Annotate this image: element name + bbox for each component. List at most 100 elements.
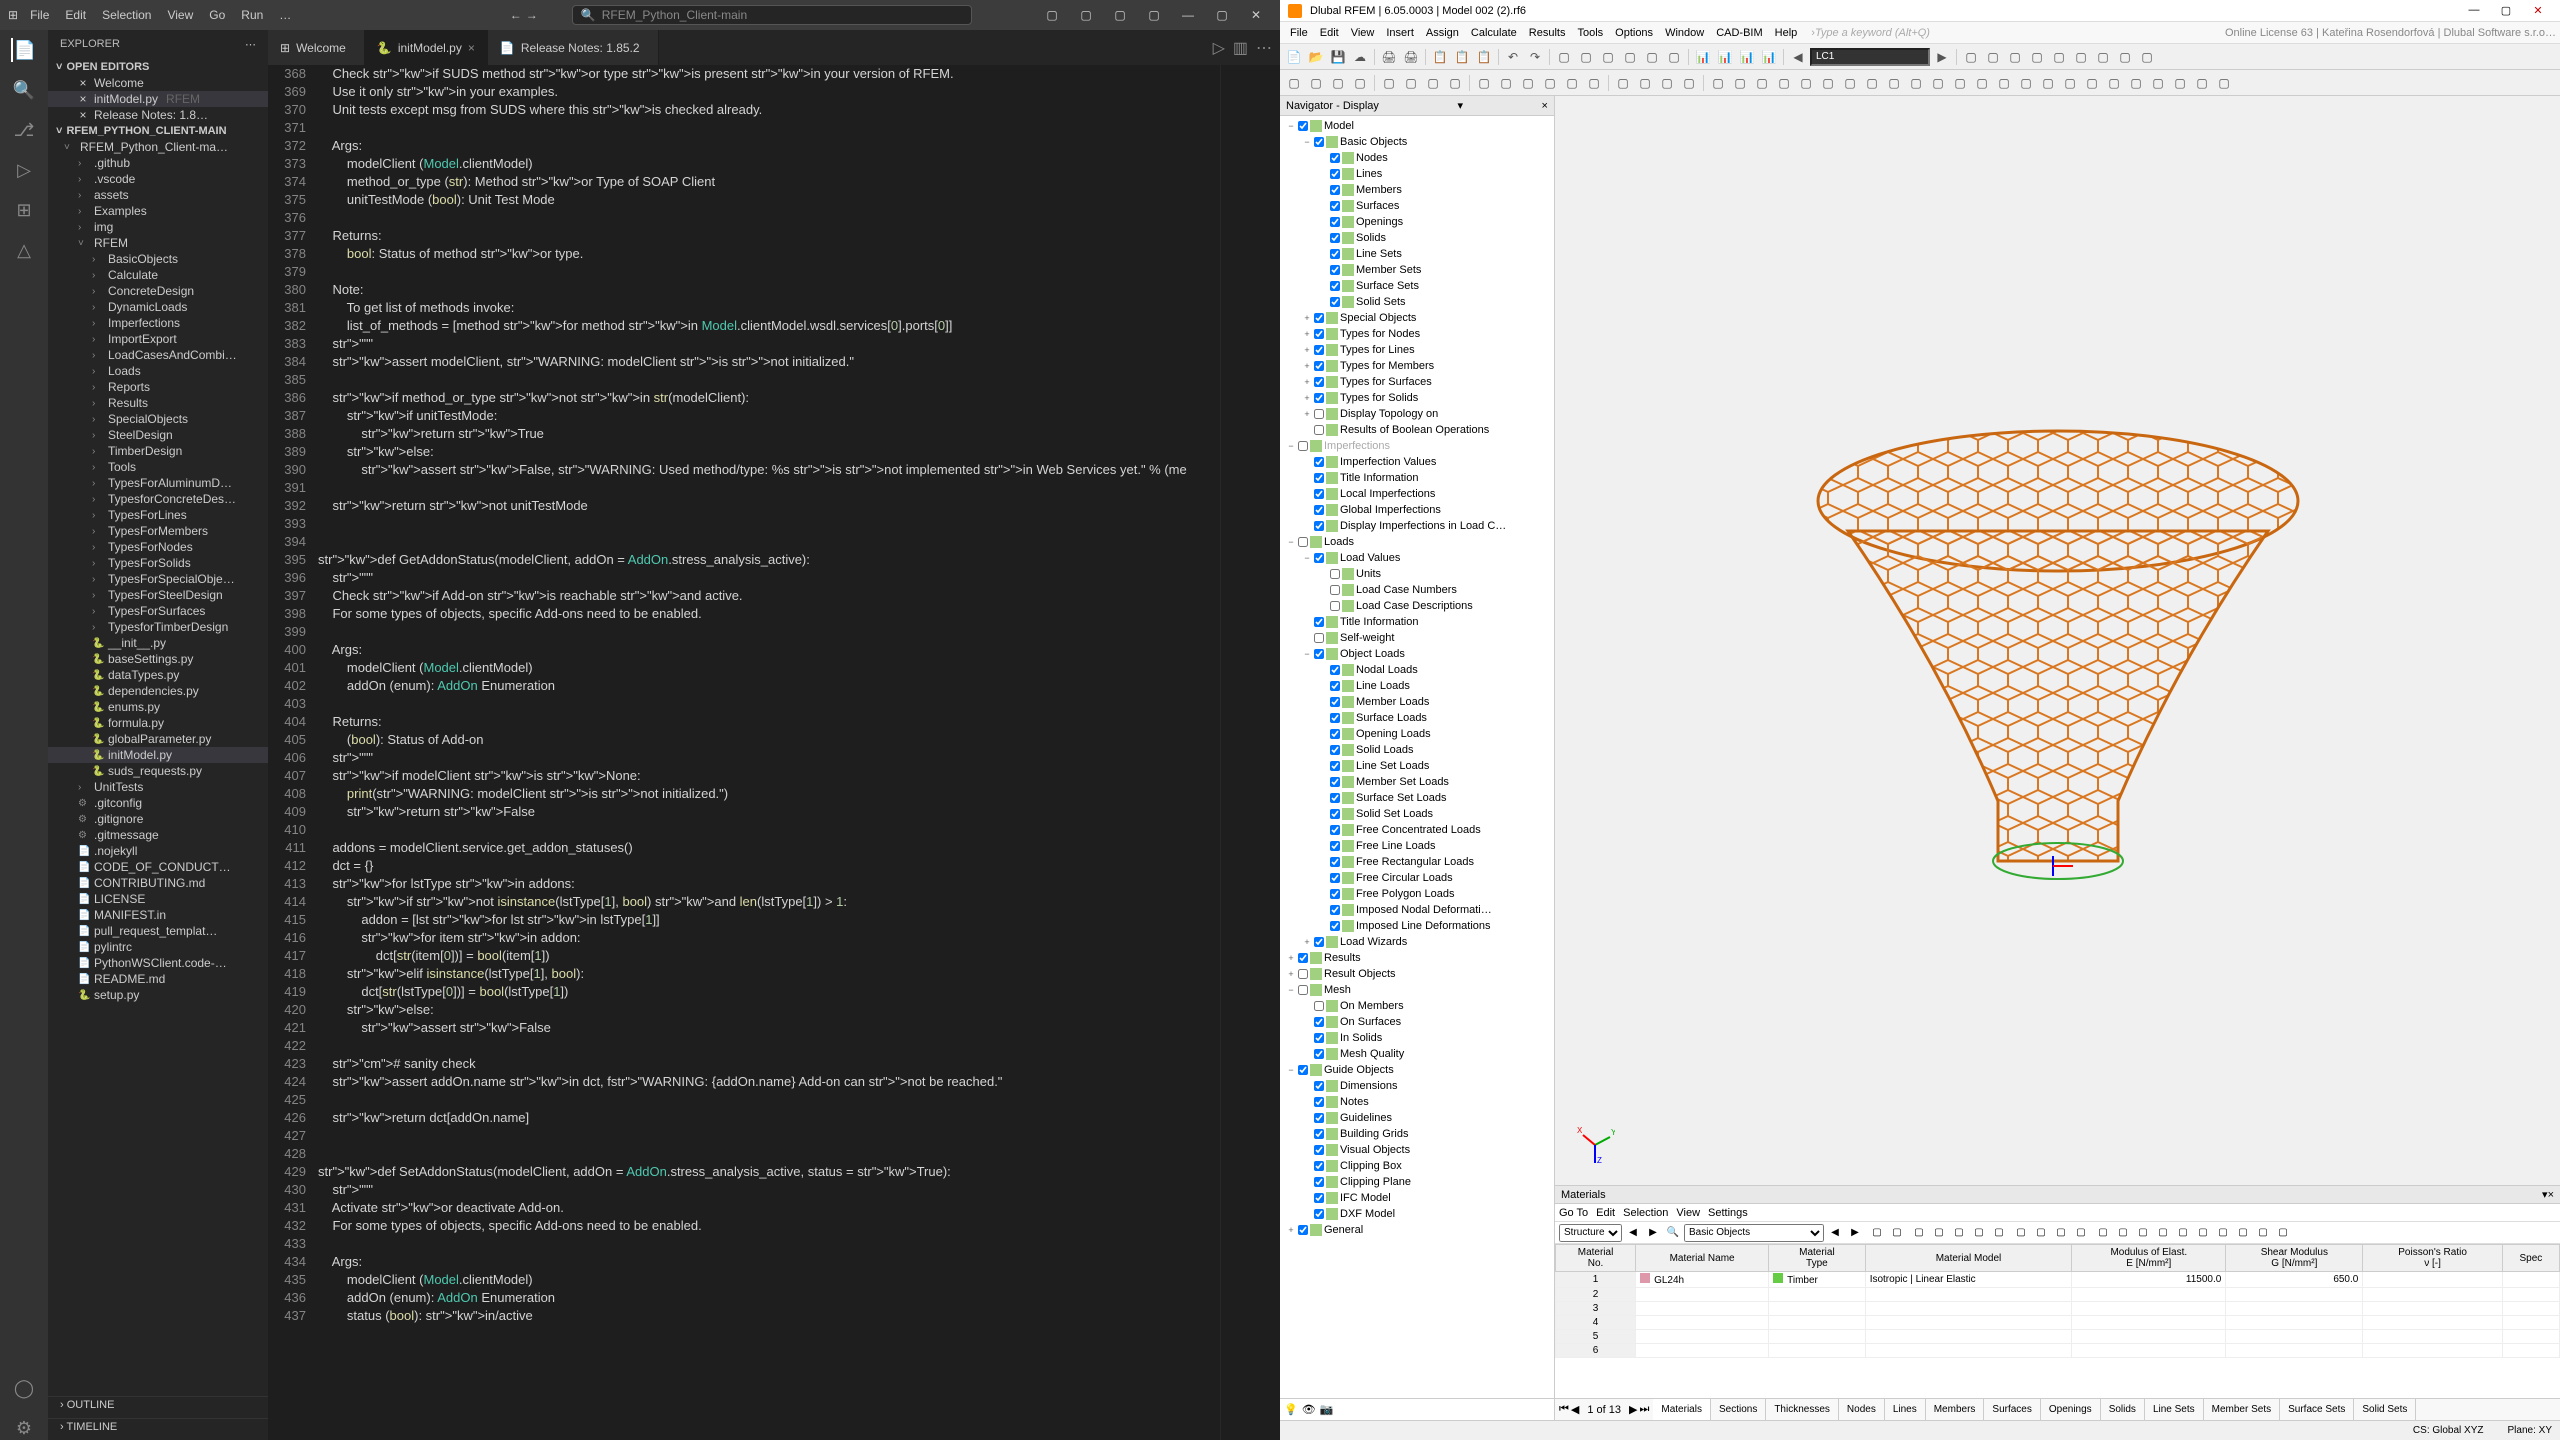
table-row[interactable]: 2 bbox=[1556, 1288, 2560, 1302]
tool-icon[interactable]: ▢ bbox=[1401, 73, 1421, 93]
table-tab[interactable]: Sections bbox=[1711, 1399, 1766, 1420]
tool-icon[interactable]: ▢ bbox=[2234, 1224, 2252, 1242]
nav-checkbox[interactable] bbox=[1330, 889, 1340, 899]
nav-checkbox[interactable] bbox=[1314, 345, 1324, 355]
nav-tree-item[interactable]: +Display Topology on bbox=[1282, 406, 1552, 422]
nav-checkbox[interactable] bbox=[1330, 841, 1340, 851]
nav-tree-item[interactable]: Line Sets bbox=[1282, 246, 1552, 262]
table-header[interactable]: Poisson's Ratioν [-] bbox=[2363, 1245, 2502, 1272]
nav-tree-item[interactable]: Units bbox=[1282, 566, 1552, 582]
editor-tab[interactable]: 📄Release Notes: 1.85.2 bbox=[488, 30, 659, 65]
layout-icon[interactable]: ▢ bbox=[1104, 4, 1136, 26]
calc-icon[interactable]: 📊 bbox=[1715, 47, 1735, 67]
file-tree-item[interactable]: 🐍__init__.py bbox=[48, 635, 268, 651]
table-tab[interactable]: Member Sets bbox=[2204, 1399, 2280, 1420]
nav-tree-item[interactable]: Solid Sets bbox=[1282, 294, 1552, 310]
nav-tree-item[interactable]: Clipping Plane bbox=[1282, 1174, 1552, 1190]
file-tree-item[interactable]: 🐍initModel.py bbox=[48, 747, 268, 763]
tool-icon[interactable]: ▢ bbox=[1950, 1224, 1968, 1242]
view-icon[interactable]: ▢ bbox=[1642, 47, 1662, 67]
tool-icon[interactable]: ▢ bbox=[2214, 1224, 2232, 1242]
nav-prev-icon[interactable]: ◀ bbox=[1826, 1224, 1844, 1242]
calc-icon[interactable]: 📊 bbox=[1693, 47, 1713, 67]
maximize-icon[interactable]: ▢ bbox=[2492, 4, 2520, 17]
table-header[interactable]: Modulus of Elast.E [N/mm²] bbox=[2072, 1245, 2226, 1272]
nav-checkbox[interactable] bbox=[1330, 185, 1340, 195]
tool-icon[interactable]: ▢ bbox=[2104, 73, 2124, 93]
tool-icon[interactable]: ▢ bbox=[1862, 73, 1882, 93]
nav-checkbox[interactable] bbox=[1314, 137, 1324, 147]
table-tab[interactable]: Solids bbox=[2101, 1399, 2145, 1420]
nav-tree-item[interactable]: Title Information bbox=[1282, 614, 1552, 630]
tool-icon[interactable]: ▢ bbox=[2082, 73, 2102, 93]
nav-tree-item[interactable]: +Types for Lines bbox=[1282, 342, 1552, 358]
nav-tree-item[interactable]: −Basic Objects bbox=[1282, 134, 1552, 150]
menu-file[interactable]: File bbox=[1284, 25, 1314, 41]
timeline-section[interactable]: › TIMELINE bbox=[48, 1418, 268, 1440]
nav-tree-item[interactable]: Clipping Box bbox=[1282, 1158, 1552, 1174]
nav-checkbox[interactable] bbox=[1298, 953, 1308, 963]
nav-tree-item[interactable]: Imposed Nodal Deformati… bbox=[1282, 902, 1552, 918]
tool-icon[interactable]: ▢ bbox=[1423, 73, 1443, 93]
file-tree-item[interactable]: 🐍formula.py bbox=[48, 715, 268, 731]
nav-checkbox[interactable] bbox=[1314, 425, 1324, 435]
filter-icon[interactable]: 🔍 bbox=[1664, 1224, 1682, 1242]
tool-icon[interactable]: ▢ bbox=[2174, 1224, 2192, 1242]
tool-icon[interactable]: ▢ bbox=[2032, 1224, 2050, 1242]
file-tree-item[interactable]: ›TypesForSurfaces bbox=[48, 603, 268, 619]
nav-prev-icon[interactable]: ◀ bbox=[1624, 1224, 1642, 1242]
file-tree-item[interactable]: ›TypesForAluminumD… bbox=[48, 475, 268, 491]
nav-tree-item[interactable]: Dimensions bbox=[1282, 1078, 1552, 1094]
nav-tree-item[interactable]: −Load Values bbox=[1282, 550, 1552, 566]
file-tree-item[interactable]: ›SteelDesign bbox=[48, 427, 268, 443]
nav-checkbox[interactable] bbox=[1314, 1209, 1324, 1219]
tool-icon[interactable]: ▢ bbox=[1970, 1224, 1988, 1242]
table-header[interactable]: Spec bbox=[2502, 1245, 2559, 1272]
close-icon[interactable]: ✕ bbox=[2524, 4, 2552, 17]
nav-back-icon[interactable]: ← bbox=[510, 8, 522, 22]
tool-icon[interactable]: ▢ bbox=[1928, 73, 1948, 93]
nav-checkbox[interactable] bbox=[1314, 1049, 1324, 1059]
nav-tree-item[interactable]: +Types for Nodes bbox=[1282, 326, 1552, 342]
table-header[interactable]: Material Model bbox=[1865, 1245, 2072, 1272]
nav-checkbox[interactable] bbox=[1314, 1001, 1324, 1011]
file-tree-item[interactable]: ›Reports bbox=[48, 379, 268, 395]
file-tree-item[interactable]: ˅RFEM bbox=[48, 235, 268, 251]
tool-icon[interactable]: ▢ bbox=[2274, 1224, 2292, 1242]
nav-checkbox[interactable] bbox=[1330, 265, 1340, 275]
undo-icon[interactable]: ↶ bbox=[1503, 47, 1523, 67]
nav-tree-item[interactable]: +General bbox=[1282, 1222, 1552, 1238]
nav-tree-item[interactable]: Imposed Line Deformations bbox=[1282, 918, 1552, 934]
nav-checkbox[interactable] bbox=[1330, 249, 1340, 259]
tool-icon[interactable]: ▢ bbox=[2137, 47, 2157, 67]
file-tree-item[interactable]: ›LoadCasesAndCombi… bbox=[48, 347, 268, 363]
tool-icon[interactable]: ▢ bbox=[1540, 73, 1560, 93]
nav-tree-item[interactable]: +Load Wizards bbox=[1282, 934, 1552, 950]
nav-tree-item[interactable]: DXF Model bbox=[1282, 1206, 1552, 1222]
account-icon[interactable]: ◯ bbox=[12, 1376, 36, 1400]
lightbulb-icon[interactable]: 💡 bbox=[1284, 1403, 1298, 1416]
table-row[interactable]: 1GL24hTimberIsotropic | Linear Elastic11… bbox=[1556, 1272, 2560, 1288]
nav-tree-item[interactable]: Surface Loads bbox=[1282, 710, 1552, 726]
nav-checkbox[interactable] bbox=[1330, 857, 1340, 867]
file-tree-item[interactable]: 📄CODE_OF_CONDUCT… bbox=[48, 859, 268, 875]
nav-checkbox[interactable] bbox=[1314, 649, 1324, 659]
copy-icon[interactable]: 📋 bbox=[1430, 47, 1450, 67]
layout-icon[interactable]: ▢ bbox=[1036, 4, 1068, 26]
tool-icon[interactable]: ▢ bbox=[2049, 47, 2069, 67]
filter-cat-select[interactable]: Basic Objects bbox=[1684, 1224, 1824, 1242]
3d-viewport[interactable]: Y X Z bbox=[1555, 96, 2560, 1185]
tool-icon[interactable]: ▢ bbox=[1518, 73, 1538, 93]
copy-icon[interactable]: 📋 bbox=[1452, 47, 1472, 67]
camera-icon[interactable]: 📷 bbox=[1320, 1403, 1334, 1416]
tool-icon[interactable]: ▢ bbox=[1888, 1224, 1906, 1242]
nav-checkbox[interactable] bbox=[1298, 537, 1308, 547]
tool-icon[interactable]: ▢ bbox=[2126, 73, 2146, 93]
view-icon[interactable]: ▢ bbox=[1620, 47, 1640, 67]
tool-icon[interactable]: ▢ bbox=[1994, 73, 2014, 93]
nav-checkbox[interactable] bbox=[1298, 1065, 1308, 1075]
tool-icon[interactable]: ▢ bbox=[1730, 73, 1750, 93]
nav-checkbox[interactable] bbox=[1298, 121, 1308, 131]
tool-icon[interactable]: ▢ bbox=[1906, 73, 1926, 93]
menu-results[interactable]: Results bbox=[1523, 25, 1572, 41]
